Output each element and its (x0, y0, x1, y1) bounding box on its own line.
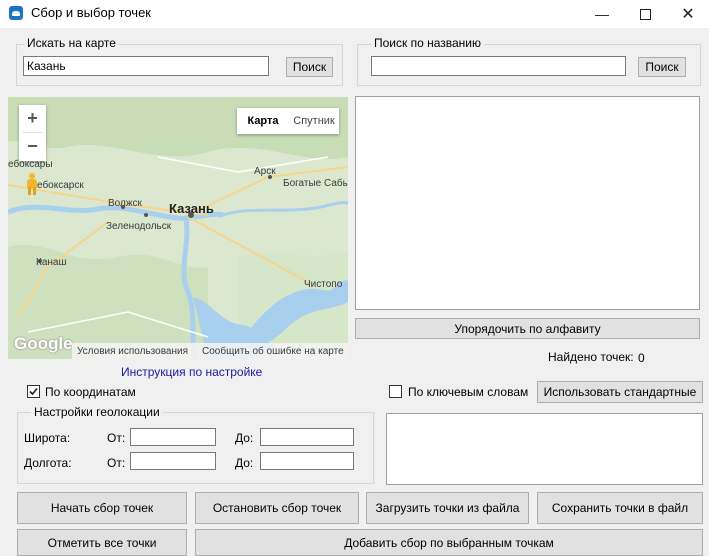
longitude-from-input[interactable] (130, 452, 216, 470)
map-terrain (8, 97, 348, 359)
instructions-link[interactable]: Инструкция по настройке (121, 365, 262, 379)
map-search-legend: Искать на карте (24, 36, 119, 50)
map-search-input[interactable] (23, 56, 269, 76)
start-collection-button[interactable]: Начать сбор точек (17, 492, 187, 524)
save-points-button[interactable]: Сохранить точки в файл (537, 492, 703, 524)
by-coordinates-label: По координатам (45, 385, 136, 399)
sort-alphabet-button[interactable]: Упорядочить по алфавиту (355, 318, 700, 339)
map-label-chistopol: Чистопо (304, 279, 343, 290)
by-coordinates-checkbox[interactable] (27, 385, 40, 398)
geo-settings-legend: Настройки геолокации (31, 405, 163, 419)
checkmark-icon (29, 387, 38, 396)
keywords-textarea[interactable] (386, 413, 703, 485)
map-label-arsk: Арск (254, 166, 276, 177)
tab-satellite[interactable]: Спутник (289, 115, 339, 127)
longitude-to-label: До: (235, 456, 254, 470)
tab-map[interactable]: Карта (237, 115, 289, 127)
found-points-label: Найдено точек: (548, 350, 634, 364)
map-label-novocheboksarsk: ебоксарск (37, 180, 84, 191)
close-icon[interactable]: ✕ (665, 0, 709, 28)
longitude-from-label: От: (107, 456, 126, 470)
map-report-link[interactable]: Сообщить об ошибке на карте (202, 346, 344, 357)
zoom-in-button[interactable]: + (19, 105, 46, 132)
map-terms-link[interactable]: Условия использования (77, 346, 188, 357)
map-type-control: Карта Спутник (237, 108, 339, 134)
map-label-volzhsk: Волжск (108, 198, 142, 209)
name-search-legend: Поиск по названию (371, 36, 485, 50)
geo-settings-group (17, 412, 374, 484)
minimize-icon[interactable]: — (579, 0, 625, 28)
zoom-control: + − (19, 105, 46, 161)
zoom-out-button[interactable]: − (19, 133, 46, 160)
latitude-to-input[interactable] (260, 428, 354, 446)
name-search-input[interactable] (371, 56, 626, 76)
latitude-to-label: До: (235, 431, 254, 445)
latitude-label: Широта: (24, 431, 71, 445)
found-points-count: 0 (638, 351, 645, 365)
maximize-icon[interactable] (622, 0, 668, 28)
name-search-button[interactable]: Поиск (638, 57, 686, 77)
load-points-button[interactable]: Загрузить точки из файла (366, 492, 529, 524)
map-search-button[interactable]: Поиск (286, 57, 333, 77)
longitude-to-input[interactable] (260, 452, 354, 470)
map-label-bogatye-saby: Богатые Сабы (283, 178, 348, 189)
longitude-label: Долгота: (24, 456, 72, 470)
map-label-zelenodolsk: Зеленодольск (106, 221, 172, 232)
mark-all-button[interactable]: Отметить все точки (17, 529, 187, 556)
app-cloud-icon (9, 6, 23, 20)
add-selected-button[interactable]: Добавить сбор по выбранным точкам (195, 529, 703, 556)
stop-collection-button[interactable]: Остановить сбор точек (195, 492, 359, 524)
by-keywords-label: По ключевым словам (408, 385, 529, 399)
google-logo: Google (14, 334, 73, 353)
latitude-from-label: От: (107, 431, 126, 445)
map-label-kanash: Канаш (36, 257, 67, 268)
map-view[interactable]: Казань ебоксары ебоксарск Волжск Зеленод… (8, 97, 348, 359)
pegman-icon[interactable] (26, 173, 38, 195)
use-standard-button[interactable]: Использовать стандартные (537, 381, 703, 403)
window-title: Сбор и выбор точек (31, 5, 151, 20)
latitude-from-input[interactable] (130, 428, 216, 446)
by-keywords-checkbox[interactable] (389, 385, 402, 398)
map-label-kazan: Казань (169, 201, 214, 216)
results-list[interactable] (355, 96, 700, 310)
